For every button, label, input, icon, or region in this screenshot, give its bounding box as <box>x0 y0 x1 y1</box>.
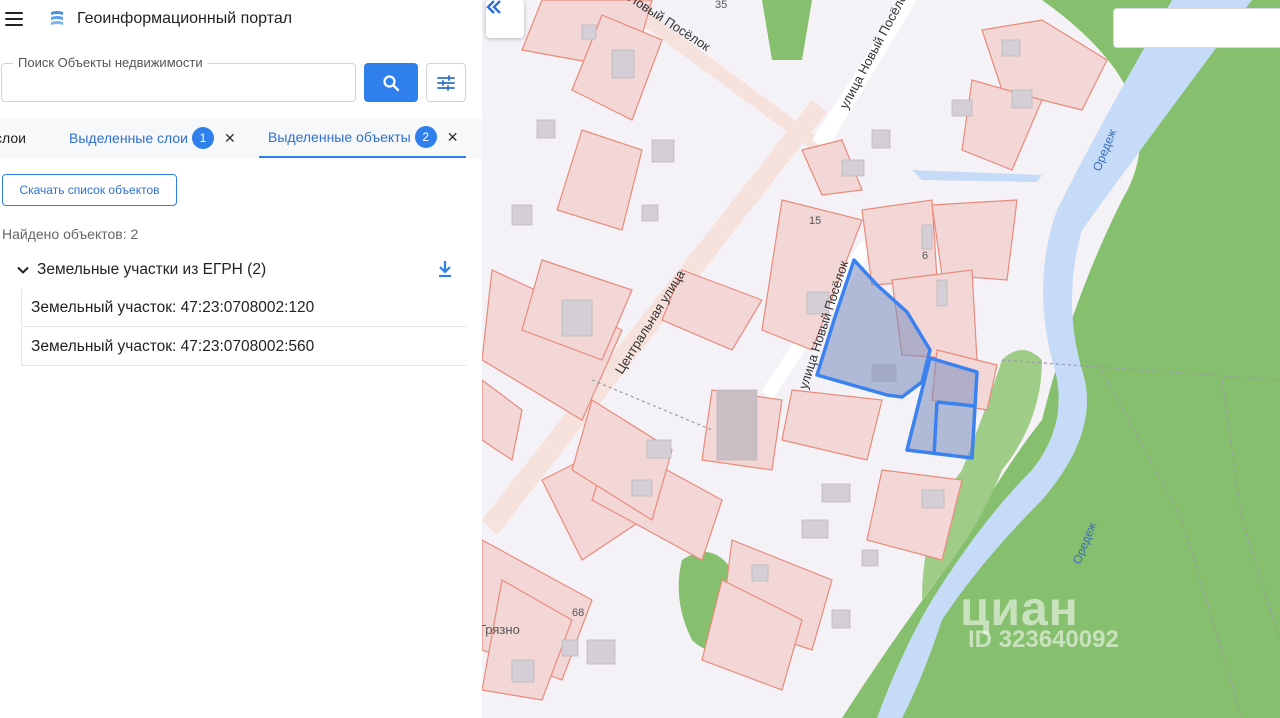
filter-sliders-icon <box>437 74 455 91</box>
found-count-text: Найдено объектов: 2 <box>2 226 139 242</box>
watermark-id: ID 323640092 <box>968 626 1119 653</box>
top-bar: Геоинформационный портал <box>0 0 482 40</box>
search-input[interactable] <box>12 72 342 94</box>
close-icon[interactable]: ✕ <box>447 129 459 146</box>
group-header[interactable]: Земельные участки из ЕГРН (2) <box>16 256 466 284</box>
tab-selected-layers-label: Выделенные слои <box>69 130 188 146</box>
tab-selected-objects[interactable]: Выделенные объекты 2 ✕ <box>259 118 466 158</box>
collapse-panel-button[interactable] <box>486 0 524 38</box>
side-panel: Геоинформационный портал Поиск Объекты н… <box>0 0 482 718</box>
house-number: 68 <box>572 607 584 619</box>
tabs-bar: слои Выделенные слои 1 ✕ Выделенные объе… <box>0 118 482 158</box>
house-number: 15 <box>809 215 821 227</box>
selected-layers-count-badge: 1 <box>191 127 214 149</box>
tab-selected-layers[interactable]: Выделенные слои 1 ✕ <box>69 118 236 158</box>
small-forest <box>762 0 812 60</box>
tab-layers[interactable]: слои <box>0 118 50 158</box>
download-icon[interactable] <box>436 259 454 279</box>
search-button[interactable] <box>364 63 418 102</box>
list-item[interactable]: Земельный участок: 47:23:0708002:120 <box>21 289 466 327</box>
place-label: Грязно <box>482 622 520 637</box>
search-icon <box>383 74 400 91</box>
tab-selected-objects-label: Выделенные объекты <box>268 129 411 145</box>
app: Геоинформационный портал Поиск Объекты н… <box>0 0 1280 718</box>
selected-objects-count-badge: 2 <box>414 126 437 148</box>
close-icon[interactable]: ✕ <box>224 130 236 147</box>
double-chevron-left-icon <box>486 0 501 14</box>
portal-logo-icon <box>51 11 63 25</box>
search-label: Поиск Объекты недвижимости <box>13 55 208 70</box>
search-field[interactable]: Поиск Объекты недвижимости <box>1 55 356 102</box>
menu-icon[interactable] <box>5 12 23 26</box>
list-item[interactable]: Земельный участок: 47:23:0708002:560 <box>21 328 466 366</box>
stream <box>912 170 1042 182</box>
map-search-box[interactable] <box>1113 8 1280 48</box>
map-view[interactable]: Центральная улица улица Новый Посёлок ул… <box>482 0 1280 718</box>
map-canvas[interactable]: Центральная улица улица Новый Посёлок ул… <box>482 0 1280 718</box>
tab-layers-label: слои <box>0 130 26 146</box>
download-list-button[interactable]: Скачать список объектов <box>2 174 177 206</box>
house-number: 6 <box>922 250 928 262</box>
filter-button[interactable] <box>426 63 466 102</box>
group-title: Земельные участки из ЕГРН (2) <box>37 261 267 278</box>
house-number: 35 <box>715 0 727 11</box>
app-title: Геоинформационный портал <box>77 10 293 27</box>
chevron-down-icon[interactable] <box>16 263 30 277</box>
